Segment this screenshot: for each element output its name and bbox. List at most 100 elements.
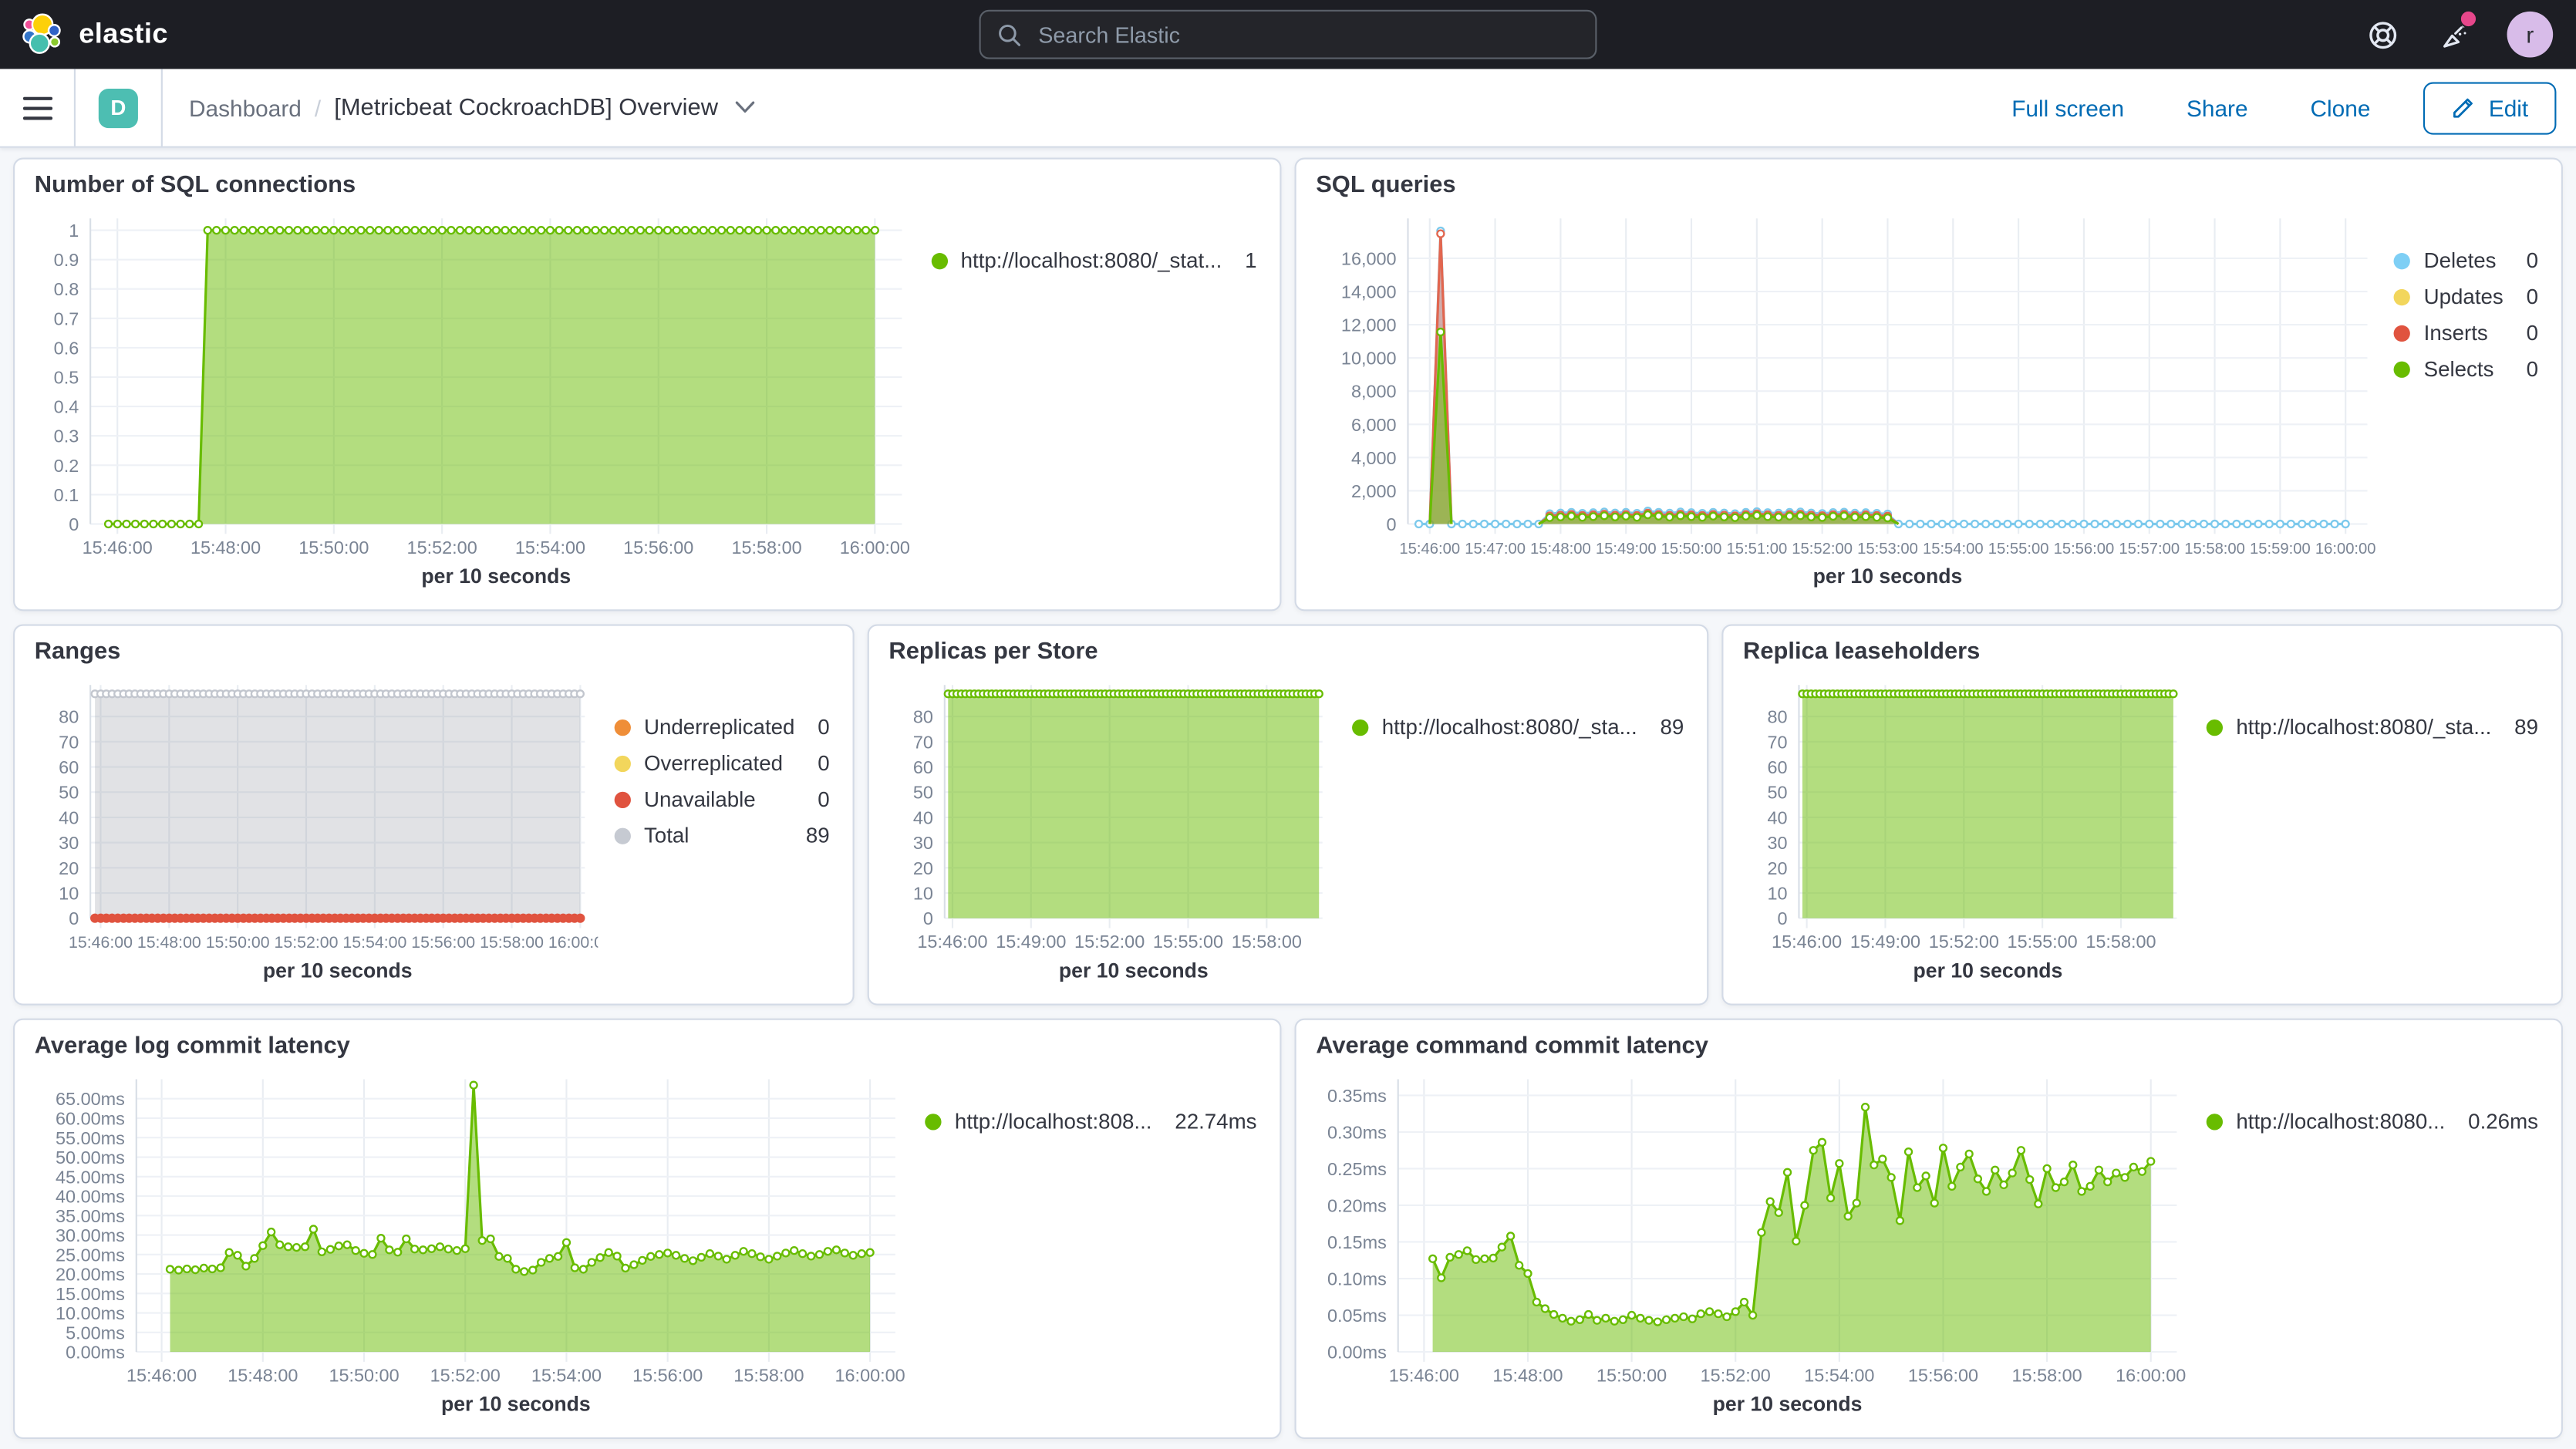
legend-item[interactable]: http://localhost:8080/_sta...89	[2207, 715, 2538, 740]
global-search-box[interactable]	[979, 10, 1597, 59]
chevron-down-icon	[734, 100, 756, 115]
legend-label: http://localhost:8080/_sta...	[2236, 715, 2491, 740]
svg-text:per 10 seconds: per 10 seconds	[1059, 959, 1209, 982]
svg-text:0: 0	[69, 908, 79, 928]
legend-item[interactable]: Unavailable0	[615, 787, 830, 811]
legend-value: 0	[808, 787, 830, 811]
svg-text:0.4: 0.4	[54, 397, 79, 417]
edit-button[interactable]: Edit	[2423, 81, 2557, 133]
kibana-dashboard: elastic	[0, 0, 2576, 1449]
panel-replicas-per-store: Replicas per Store 0102030405060708015:4…	[868, 624, 1709, 1005]
svg-text:35.00ms: 35.00ms	[56, 1206, 125, 1226]
svg-text:15:56:00: 15:56:00	[623, 537, 693, 558]
share-button[interactable]: Share	[2176, 93, 2257, 122]
svg-text:0: 0	[69, 514, 79, 534]
panel-ranges: Ranges 0102030405060708015:46:0015:48:00…	[13, 624, 855, 1005]
svg-text:15:46:00: 15:46:00	[83, 537, 153, 558]
replica-leaseholders-chart[interactable]: 0102030405060708015:46:0015:49:0015:52:0…	[1740, 672, 2190, 990]
svg-text:15:55:00: 15:55:00	[1988, 541, 2049, 558]
chart-legend: Deletes0 Updates0 Inserts0 Selects0	[2378, 205, 2545, 596]
legend-label: Selects	[2424, 356, 2494, 381]
svg-text:40: 40	[1767, 807, 1787, 827]
svg-text:15:52:00: 15:52:00	[1929, 932, 1999, 952]
svg-text:50: 50	[913, 783, 933, 803]
svg-text:15:56:00: 15:56:00	[411, 933, 475, 952]
pencil-icon	[2451, 96, 2476, 120]
command-commit-latency-chart[interactable]: 0.00ms0.05ms0.10ms0.15ms0.20ms0.25ms0.30…	[1313, 1066, 2190, 1424]
panel-average-log-commit-latency: Average log commit latency 0.00ms5.00ms 1…	[13, 1019, 1281, 1439]
svg-text:0.7: 0.7	[54, 308, 79, 329]
legend-item[interactable]: Selects0	[2394, 356, 2538, 381]
full-screen-button[interactable]: Full screen	[2001, 93, 2133, 122]
svg-text:70: 70	[59, 732, 79, 752]
elastic-brand[interactable]: elastic	[0, 13, 168, 56]
legend-item[interactable]: Inserts0	[2394, 320, 2538, 345]
svg-text:15:46:00: 15:46:00	[917, 932, 987, 952]
panel-title: Average log commit latency	[35, 1033, 1263, 1060]
legend-label: http://localhost:8080...	[2236, 1109, 2445, 1134]
legend-item[interactable]: Total89	[615, 823, 830, 847]
legend-value: 89	[796, 823, 830, 847]
svg-text:15:46:00: 15:46:00	[1772, 932, 1842, 952]
svg-text:12,000: 12,000	[1341, 315, 1397, 335]
svg-text:15:46:00: 15:46:00	[69, 933, 133, 952]
svg-text:15:48:00: 15:48:00	[1492, 1365, 1563, 1385]
svg-text:0.2: 0.2	[54, 456, 79, 476]
svg-text:15:46:00: 15:46:00	[126, 1365, 197, 1385]
panel-average-command-commit-latency: Average command commit latency 0.00ms0.0…	[1295, 1019, 2563, 1439]
newsfeed-button[interactable]	[2435, 15, 2474, 54]
legend-item[interactable]: Underreplicated0	[615, 715, 830, 740]
sql-connections-chart[interactable]: 00.10.20.30.40.50.60.70.80.9115:46:0015:…	[31, 205, 914, 596]
legend-item[interactable]: http://localhost:8080... 0.26ms	[2207, 1109, 2538, 1134]
ranges-chart[interactable]: 0102030405060708015:46:0015:48:0015:50:0…	[31, 672, 598, 990]
svg-text:10: 10	[913, 884, 933, 904]
svg-text:15:54:00: 15:54:00	[342, 933, 406, 952]
legend-item[interactable]: Updates0	[2394, 285, 2538, 309]
legend-item[interactable]: http://localhost:8080/_sta...89	[1352, 715, 1684, 740]
svg-text:20.00ms: 20.00ms	[56, 1265, 125, 1285]
svg-text:55.00ms: 55.00ms	[56, 1128, 125, 1148]
svg-text:15:50:00: 15:50:00	[1661, 541, 1722, 558]
chart-legend: http://localhost:8080/_sta...89	[2190, 672, 2545, 990]
svg-text:15:56:00: 15:56:00	[1908, 1365, 1978, 1385]
avatar[interactable]: r	[2507, 12, 2554, 58]
legend-item[interactable]: Deletes0	[2394, 248, 2538, 273]
nav-bar: D Dashboard / [Metricbeat CockroachDB] O…	[0, 69, 2576, 147]
svg-text:0.30ms: 0.30ms	[1327, 1122, 1387, 1142]
legend-color-dot	[2394, 361, 2410, 377]
chart-legend: http://localhost:8080... 0.26ms	[2190, 1066, 2545, 1424]
svg-text:20: 20	[1767, 858, 1787, 878]
breadcrumb-dashboard-link[interactable]: Dashboard	[189, 94, 302, 120]
svg-text:60: 60	[913, 757, 933, 777]
panel-title: Replicas per Store	[888, 639, 1690, 666]
help-icon	[2366, 19, 2397, 49]
svg-text:15.00ms: 15.00ms	[56, 1284, 125, 1304]
title-menu-button[interactable]	[734, 100, 756, 115]
sql-queries-chart[interactable]: 02,0004,0006,0008,00010,00012,00014,0001…	[1313, 205, 2378, 596]
legend-color-dot	[931, 252, 947, 268]
svg-text:15:55:00: 15:55:00	[2008, 932, 2078, 952]
legend-color-dot	[926, 1113, 942, 1129]
legend-value: 0.26ms	[2458, 1109, 2538, 1134]
legend-color-dot	[615, 719, 631, 735]
chart-legend: http://localhost:8080/_stat...1	[915, 205, 1263, 596]
legend-item[interactable]: http://localhost:808...22.74ms	[926, 1109, 1257, 1134]
menu-button[interactable]	[0, 69, 76, 146]
replicas-per-store-chart[interactable]: 0102030405060708015:46:0015:49:0015:52:0…	[885, 672, 1336, 990]
legend-item[interactable]: http://localhost:8080/_stat...1	[931, 248, 1256, 273]
panel-title: SQL queries	[1316, 173, 2544, 199]
help-button[interactable]	[2362, 15, 2402, 54]
svg-text:8,000: 8,000	[1351, 382, 1397, 402]
svg-text:5.00ms: 5.00ms	[66, 1323, 125, 1343]
clone-button[interactable]: Clone	[2301, 93, 2381, 122]
svg-text:0.1: 0.1	[54, 485, 79, 505]
svg-text:15:58:00: 15:58:00	[1232, 932, 1302, 952]
svg-text:80: 80	[59, 707, 79, 727]
log-commit-latency-chart[interactable]: 0.00ms5.00ms10.00ms15.00ms20.00ms25.00ms…	[31, 1066, 909, 1424]
svg-text:15:46:00: 15:46:00	[1399, 541, 1460, 558]
search-input[interactable]	[1035, 21, 1579, 49]
svg-text:0: 0	[1387, 514, 1397, 534]
svg-text:0.00ms: 0.00ms	[66, 1343, 125, 1363]
legend-item[interactable]: Overreplicated0	[615, 750, 830, 775]
chart-legend: Underreplicated0 Overreplicated0 Unavailab…	[598, 672, 836, 990]
